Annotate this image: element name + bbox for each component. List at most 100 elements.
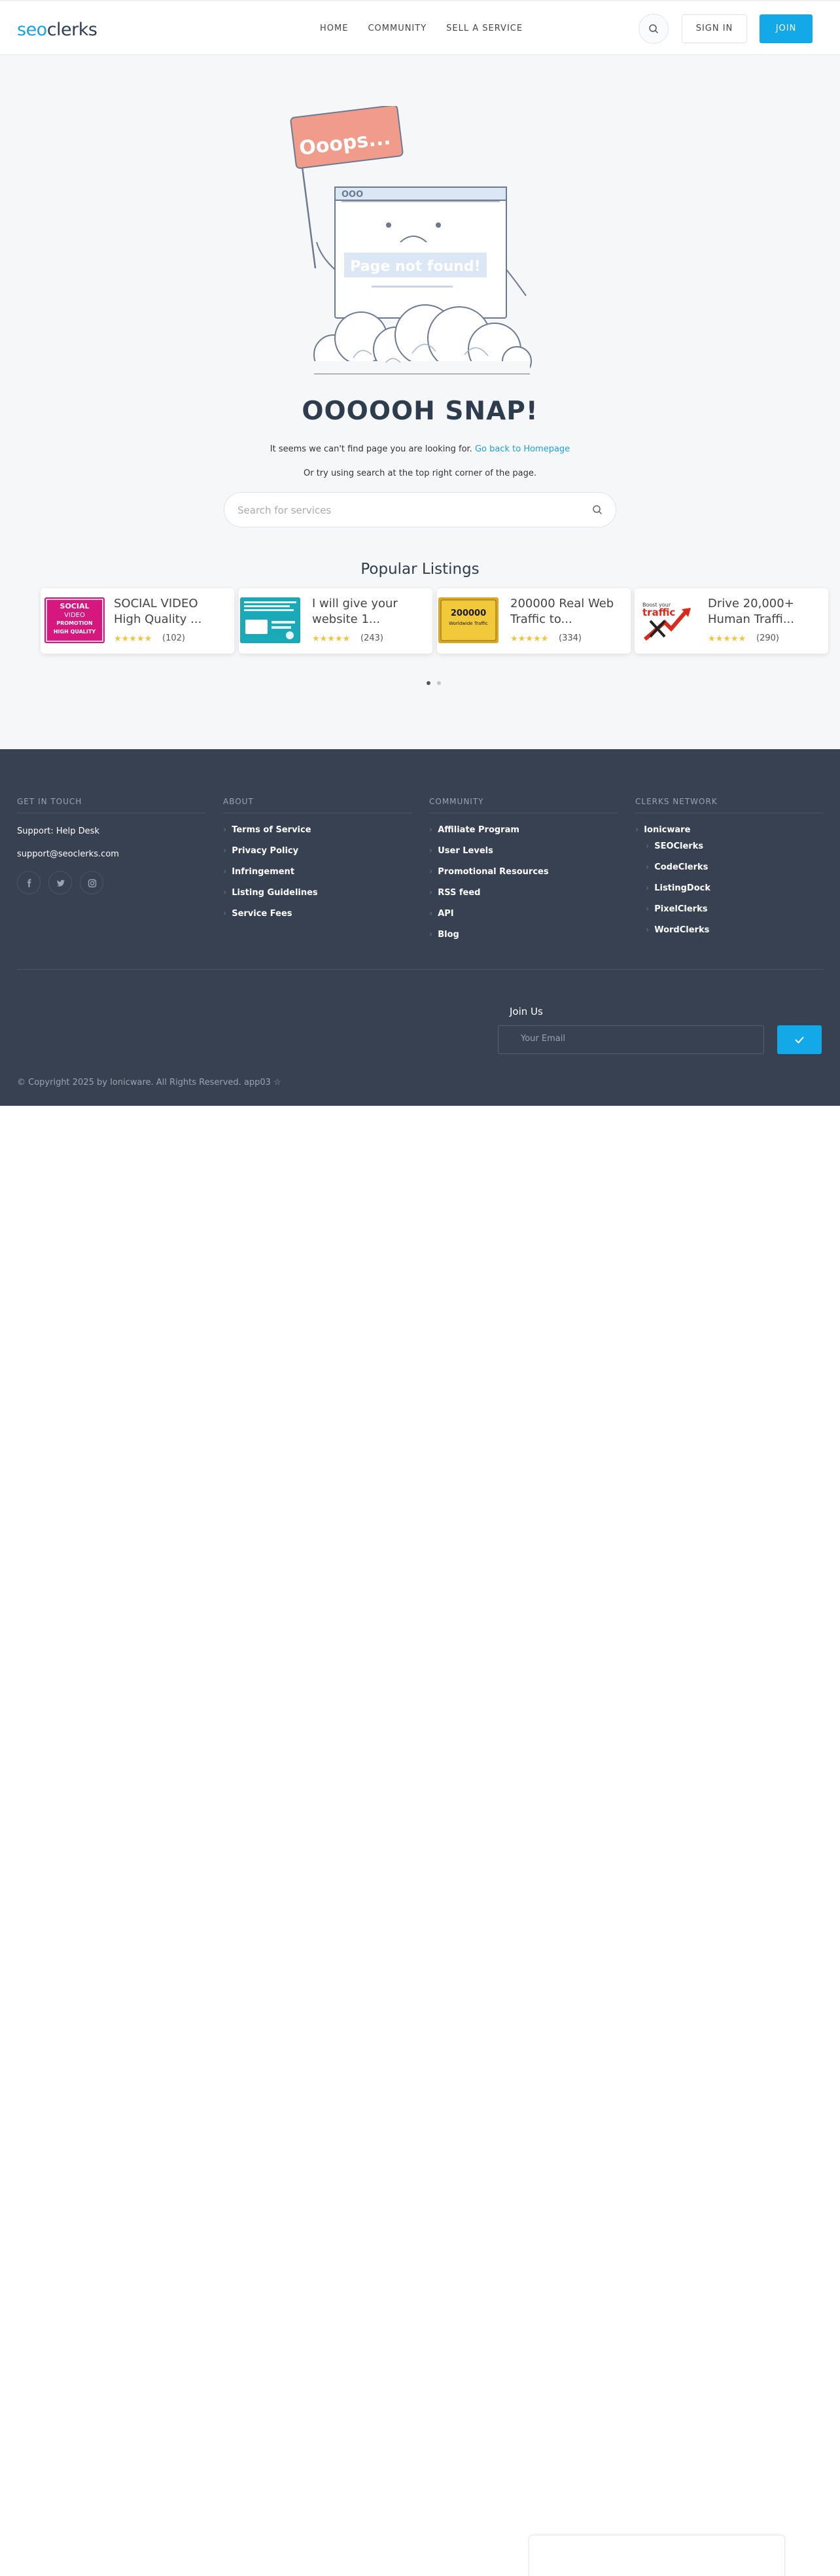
facebook-link[interactable] <box>17 871 41 894</box>
service-search-input[interactable] <box>237 502 578 519</box>
footer-link[interactable]: › Terms of Service <box>223 825 411 835</box>
footer-link-label: SEOClerks <box>654 841 704 851</box>
footer-heading: COMMUNITY <box>429 797 618 813</box>
site-logo[interactable]: seoclerks <box>17 20 97 40</box>
social-links <box>17 871 205 894</box>
twitter-icon <box>56 879 65 887</box>
footer-link[interactable]: › Ionicware <box>635 825 824 835</box>
thumb-text: traffic <box>642 607 675 618</box>
footer-link-label: Service Fees <box>232 909 292 919</box>
thumb-text: HIGH QUALITY <box>54 629 96 635</box>
homepage-link[interactable]: Go back to Homepage <box>475 444 570 454</box>
copyright-text: © Copyright 2025 by Ionicware. All Right… <box>17 1078 281 1087</box>
footer-link-label: ListingDock <box>654 883 710 893</box>
footer-get-in-touch: GET IN TOUCH Support: Help Desk support@… <box>17 797 205 894</box>
nav-home[interactable]: HOME <box>320 24 348 33</box>
footer-heading: ABOUT <box>223 797 411 813</box>
footer-link-label: Terms of Service <box>232 825 311 835</box>
footer-link-label: Promotional Resources <box>438 867 549 877</box>
newsletter-email-field <box>498 1025 764 1054</box>
footer-clerks-network: CLERKS NETWORK › Ionicware › SEOClerks › Co… <box>635 797 824 946</box>
join-button[interactable]: JOIN <box>760 14 813 43</box>
support-email-link[interactable]: support@seoclerks.com <box>17 849 205 859</box>
rating-count: (334) <box>559 633 582 643</box>
header-search-button[interactable] <box>639 14 669 44</box>
rating-count: (243) <box>360 633 383 643</box>
thumb-text: 200000 <box>451 609 486 618</box>
footer-link[interactable]: › RSS feed <box>429 888 618 898</box>
footer-link[interactable]: › Blog <box>429 930 618 940</box>
footer-link[interactable]: › Listing Guidelines <box>223 888 411 898</box>
listing-card[interactable]: Boost your traffic Drive 20,000+ Human T… <box>635 588 828 654</box>
listing-card[interactable]: SOCIAL VIDEO PROMOTION HIGH QUALITY SOCI… <box>41 588 234 654</box>
rating-stars: ★★★★★ <box>312 634 351 644</box>
nav-community[interactable]: COMMUNITY <box>368 24 427 33</box>
popular-listings-title: Popular Listings <box>360 561 480 578</box>
footer-link-label: Privacy Policy <box>232 846 299 856</box>
rating-count: (290) <box>756 633 779 643</box>
thumb-text: PROMOTION <box>56 620 93 626</box>
listing-thumbnail <box>240 597 300 643</box>
thumb-text: VIDEO <box>64 612 85 619</box>
newsletter-submit-button[interactable] <box>777 1025 822 1054</box>
instagram-link[interactable] <box>80 871 103 894</box>
site-footer: GET IN TOUCH Support: Help Desk support@… <box>0 749 840 1106</box>
footer-link-label: RSS feed <box>438 888 481 898</box>
footer-community: COMMUNITY › Affiliate Program › User Level… <box>429 797 618 951</box>
footer-link[interactable]: › SEOClerks <box>635 841 824 851</box>
newsletter-email-input[interactable] <box>521 1034 743 1044</box>
carousel-dot[interactable] <box>437 681 441 685</box>
browser-dots-text: OOO <box>341 190 363 200</box>
thumb-text: SOCIAL <box>60 602 90 610</box>
footer-link[interactable]: › WordClerks <box>635 925 824 935</box>
thumb-text: Worldwide Traffic <box>449 621 488 626</box>
listing-card[interactable]: I will give your website 1... ★★★★★ (243… <box>239 588 432 654</box>
service-search-field <box>224 492 616 527</box>
site-header: seoclerks HOME COMMUNITY SELL A SERVICE … <box>0 0 840 55</box>
footer-link-label: Listing Guidelines <box>232 888 318 898</box>
carousel-pagination <box>427 675 447 688</box>
footer-link-label: User Levels <box>438 846 493 856</box>
error-page-content: OOO Page not found! Ooops... OOOOOH SNAP… <box>0 55 840 749</box>
footer-link[interactable]: › Service Fees <box>223 909 411 919</box>
logo-seo-text: seo <box>17 20 47 40</box>
footer-about: ABOUT › Terms of Service › Privacy Policy … <box>223 797 411 930</box>
listing-title[interactable]: I will give your website 1... <box>312 596 425 627</box>
rating-stars: ★★★★★ <box>510 634 549 644</box>
footer-link[interactable]: › Promotional Resources <box>429 867 618 877</box>
listing-thumbnail: 200000 Worldwide Traffic <box>438 597 499 643</box>
instagram-icon <box>88 879 97 888</box>
listing-title[interactable]: Drive 20,000+ Human Traffi... <box>708 596 820 627</box>
footer-link[interactable]: › Affiliate Program <box>429 825 618 835</box>
footer-heading: CLERKS NETWORK <box>635 797 824 813</box>
footer-link[interactable]: › User Levels <box>429 846 618 856</box>
listing-title[interactable]: SOCIAL VIDEO High Quality ... <box>114 596 226 627</box>
footer-network-list: › Ionicware › SEOClerks › CodeClerks › Listi… <box>635 825 824 935</box>
nav-sell-a-service[interactable]: SELL A SERVICE <box>446 24 523 33</box>
search-icon[interactable] <box>592 504 603 515</box>
footer-link-label: Blog <box>438 930 459 940</box>
footer-community-list: › Affiliate Program › User Levels › Promoti… <box>429 825 618 940</box>
footer-link-label: Infringement <box>232 867 295 877</box>
footer-link[interactable]: › Privacy Policy <box>223 846 411 856</box>
footer-link[interactable]: › Infringement <box>223 867 411 877</box>
footer-link[interactable]: › CodeClerks <box>635 862 824 872</box>
footer-link[interactable]: › ListingDock <box>635 883 824 893</box>
logo-clerks-text: clerks <box>46 20 97 40</box>
footer-link-label: WordClerks <box>654 925 710 935</box>
footer-link-label: Affiliate Program <box>438 825 519 835</box>
listing-thumbnail: SOCIAL VIDEO PROMOTION HIGH QUALITY <box>44 597 105 643</box>
footer-about-list: › Terms of Service › Privacy Policy › Infri… <box>223 825 411 919</box>
support-help-desk-link[interactable]: Support: Help Desk <box>17 826 205 836</box>
listing-card[interactable]: 200000 Worldwide Traffic 200000 Real Web… <box>437 588 631 654</box>
footer-link[interactable]: › API <box>429 909 618 919</box>
listing-thumbnail: Boost your traffic <box>636 597 696 643</box>
listing-title[interactable]: 200000 Real Web Traffic to... <box>510 596 623 627</box>
page-not-found-text: Page not found! <box>350 258 480 275</box>
footer-link[interactable]: › PixelClerks <box>635 904 824 914</box>
join-us-label: Join Us <box>510 1006 543 1017</box>
sign-in-button[interactable]: SIGN IN <box>682 14 747 43</box>
carousel-dot-active[interactable] <box>427 681 430 685</box>
floating-widget[interactable] <box>529 2535 785 2576</box>
twitter-link[interactable] <box>48 871 72 894</box>
